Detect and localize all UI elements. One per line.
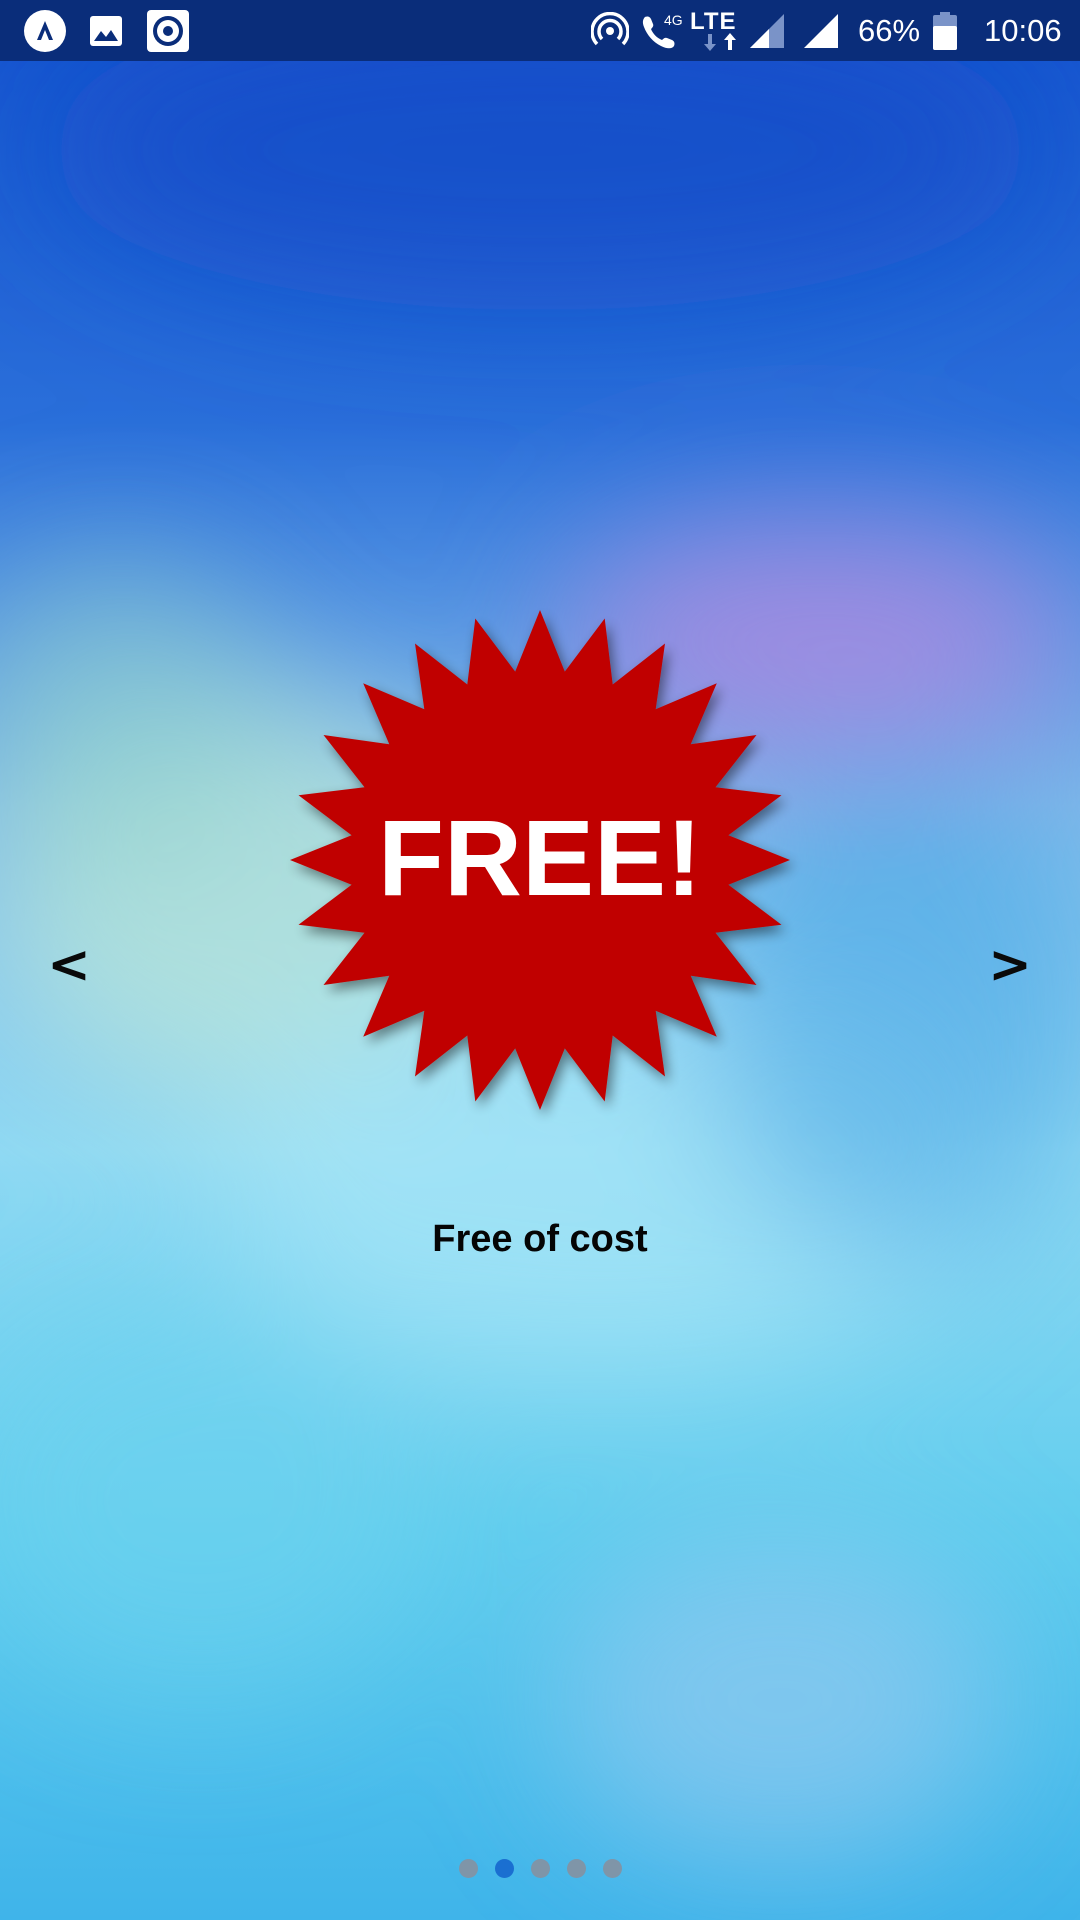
next-slide-button[interactable]: > xyxy=(975,930,1045,1000)
page-dot[interactable] xyxy=(530,1859,550,1878)
free-badge-image: FREE! xyxy=(290,610,790,1110)
screen: 4G LTE 66% 10:06 < > FREE! Free of cost xyxy=(0,0,1080,1920)
clock: 10:06 xyxy=(984,13,1062,48)
prev-slide-button[interactable]: < xyxy=(34,930,104,1000)
signal-icon xyxy=(748,0,786,61)
app-logo-icon xyxy=(22,0,68,61)
call-network-label: 4G xyxy=(664,12,683,28)
page-dot[interactable] xyxy=(566,1859,586,1878)
signal-full-icon xyxy=(802,0,840,61)
battery-percent: 66% xyxy=(858,13,921,48)
page-dot-active[interactable] xyxy=(494,1859,514,1878)
slide-caption: Free of cost xyxy=(432,1218,648,1260)
wifi-calling-icon: 4G xyxy=(638,0,684,61)
page-dot[interactable] xyxy=(458,1859,478,1878)
status-bar: 4G LTE 66% 10:06 xyxy=(0,0,1080,61)
battery-icon xyxy=(930,0,960,61)
hotspot-icon xyxy=(590,0,630,61)
record-icon xyxy=(145,0,191,61)
page-dot[interactable] xyxy=(602,1859,622,1878)
lte-data-icon xyxy=(700,30,740,54)
page-indicator xyxy=(0,1859,1080,1879)
image-icon xyxy=(88,0,124,61)
badge-text: FREE! xyxy=(378,797,702,918)
